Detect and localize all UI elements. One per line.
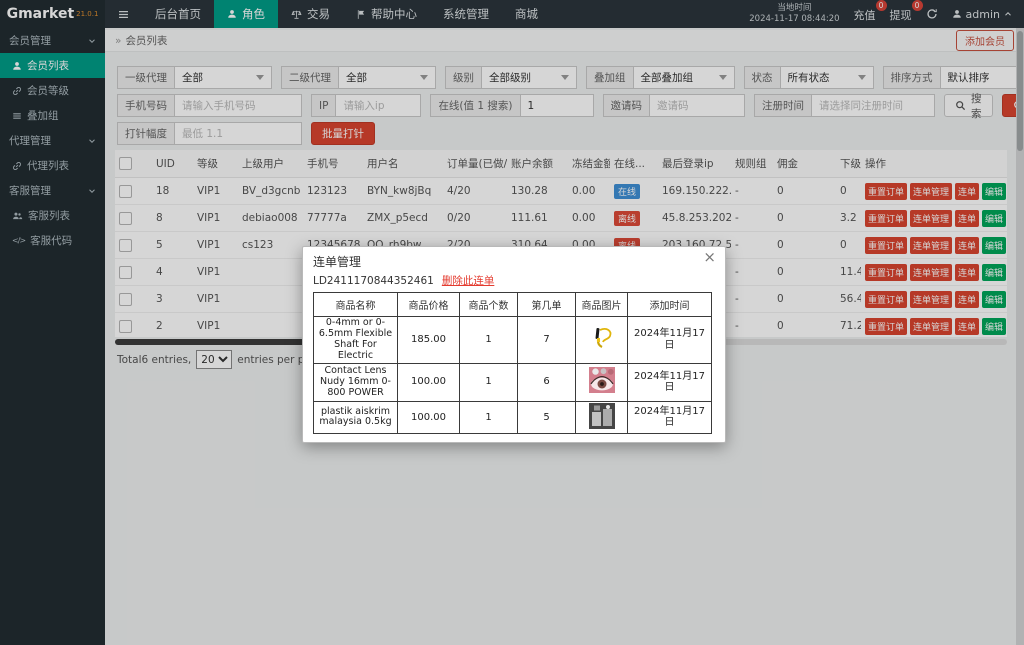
product-count-cell: 1 <box>459 316 518 364</box>
product-count-cell: 1 <box>459 400 518 435</box>
product-name-cell: Contact Lens Nudy 16mm 0-800 POWER <box>313 362 398 402</box>
product-which-cell: 5 <box>517 400 576 435</box>
product-date-cell: 2024年11月17日 <box>627 362 712 402</box>
product-which-cell: 6 <box>517 362 576 402</box>
modal-table-row: plastik aiskrim malaysia 0.5kg 100.00 1 5 20… <box>313 400 712 435</box>
product-name-cell: plastik aiskrim malaysia 0.5kg <box>313 400 398 435</box>
plastic-bag-icon <box>588 402 615 429</box>
product-date-cell: 2024年11月17日 <box>627 400 712 435</box>
contact-lens-icon <box>588 367 615 394</box>
product-price-cell: 100.00 <box>397 362 460 402</box>
flexible-shaft-icon <box>588 325 615 352</box>
chain-order-number: LD2411170844352461 <box>313 274 434 287</box>
product-name-cell: 0-4mm or 0-6.5mm Flexible Shaft For Elec… <box>313 316 398 364</box>
product-price-cell: 100.00 <box>397 400 460 435</box>
modal-column-header: 商品名称 <box>313 292 398 317</box>
modal-table-row: 0-4mm or 0-6.5mm Flexible Shaft For Elec… <box>313 316 712 364</box>
product-image-cell <box>575 400 628 435</box>
modal-column-header: 商品价格 <box>397 292 460 317</box>
modal-table-row: Contact Lens Nudy 16mm 0-800 POWER 100.00… <box>313 362 712 402</box>
modal-column-header: 商品个数 <box>459 292 518 317</box>
modal-table-header-row: 商品名称 商品价格 商品个数 第几单 商品图片 添加时间 <box>313 292 712 317</box>
close-icon[interactable]: × <box>703 250 716 265</box>
product-image-cell <box>575 362 628 402</box>
chain-order-table: 商品名称 商品价格 商品个数 第几单 商品图片 添加时间 0-4mm or 0-6.5mm… <box>313 292 712 435</box>
product-image-cell <box>575 316 628 364</box>
delete-chain-order-link[interactable]: 删除此连单 <box>442 273 495 288</box>
product-date-cell: 2024年11月17日 <box>627 316 712 364</box>
modal-title: 连单管理 <box>313 255 362 269</box>
modal-column-header: 添加时间 <box>627 292 712 317</box>
modal-column-header: 商品图片 <box>575 292 628 317</box>
modal-table-body: 0-4mm or 0-6.5mm Flexible Shaft For Elec… <box>313 316 712 435</box>
product-price-cell: 185.00 <box>397 316 460 364</box>
modal-order-line: LD2411170844352461 删除此连单 <box>303 272 725 292</box>
product-which-cell: 7 <box>517 316 576 364</box>
chain-order-modal: 连单管理 × LD2411170844352461 删除此连单 商品名称 商品价格… <box>302 246 726 444</box>
modal-column-header: 第几单 <box>517 292 576 317</box>
product-count-cell: 1 <box>459 362 518 402</box>
